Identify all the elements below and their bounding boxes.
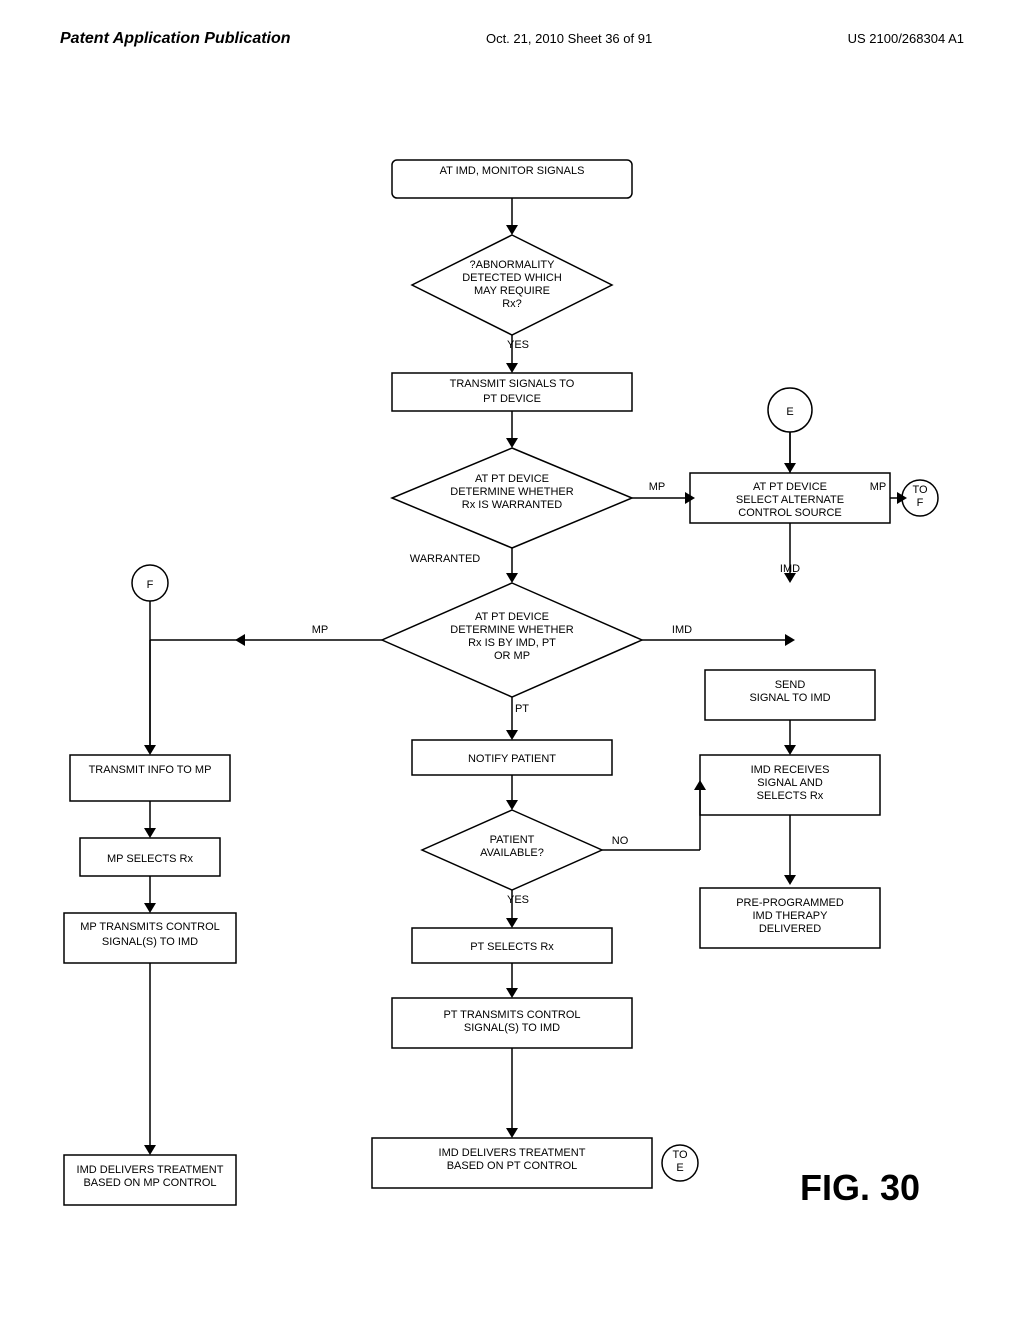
- header-title: Patent Application Publication: [60, 30, 291, 48]
- svg-text:NO: NO: [612, 835, 629, 847]
- svg-text:TO: TO: [672, 1149, 688, 1161]
- svg-text:SIGNAL AND: SIGNAL AND: [757, 777, 823, 789]
- page: Patent Application Publication Oct. 21, …: [0, 0, 1024, 1320]
- svg-text:PT SELECTS Rx: PT SELECTS Rx: [470, 941, 554, 953]
- svg-text:PT: PT: [515, 703, 529, 715]
- svg-text:SIGNAL TO IMD: SIGNAL TO IMD: [749, 692, 830, 704]
- svg-text:YES: YES: [507, 894, 529, 906]
- svg-text:MP TRANSMITS CONTROL: MP TRANSMITS CONTROL: [80, 921, 220, 933]
- header: Patent Application Publication Oct. 21, …: [0, 0, 1024, 58]
- svg-text:SIGNAL(S) TO IMD: SIGNAL(S) TO IMD: [464, 1022, 560, 1034]
- svg-text:YES: YES: [507, 339, 529, 351]
- svg-text:IMD THERAPY: IMD THERAPY: [753, 910, 829, 922]
- svg-text:IMD DELIVERS TREATMENT: IMD DELIVERS TREATMENT: [77, 1164, 224, 1176]
- svg-text:MP: MP: [649, 481, 666, 493]
- svg-text:E: E: [786, 406, 793, 418]
- svg-text:BASED ON MP CONTROL: BASED ON MP CONTROL: [83, 1177, 216, 1189]
- header-patent: US 2100/268304 A1: [848, 31, 964, 46]
- svg-text:AT PT DEVICE: AT PT DEVICE: [475, 473, 549, 485]
- svg-text:IMD RECEIVES: IMD RECEIVES: [751, 764, 830, 776]
- svg-text:?ABNORMALITY: ?ABNORMALITY: [470, 259, 556, 271]
- header-date: Oct. 21, 2010 Sheet 36 of 91: [486, 31, 652, 46]
- svg-text:MP SELECTS Rx: MP SELECTS Rx: [107, 853, 193, 865]
- svg-text:OR MP: OR MP: [494, 650, 530, 662]
- svg-text:SELECTS Rx: SELECTS Rx: [757, 790, 824, 802]
- svg-text:TRANSMIT SIGNALS TO: TRANSMIT SIGNALS TO: [450, 378, 575, 390]
- svg-text:TO: TO: [912, 484, 928, 496]
- flowchart: AT IMD, MONITOR SIGNALS ?ABNORMALITY DET…: [50, 130, 974, 1290]
- svg-text:PT TRANSMITS CONTROL: PT TRANSMITS CONTROL: [443, 1009, 580, 1021]
- svg-text:DELIVERED: DELIVERED: [759, 923, 821, 935]
- svg-text:BASED ON PT CONTROL: BASED ON PT CONTROL: [447, 1160, 578, 1172]
- svg-text:CONTROL SOURCE: CONTROL SOURCE: [738, 507, 842, 519]
- svg-text:WARRANTED: WARRANTED: [410, 553, 481, 565]
- svg-text:IMD DELIVERS TREATMENT: IMD DELIVERS TREATMENT: [439, 1147, 586, 1159]
- svg-text:Rx?: Rx?: [502, 298, 522, 310]
- svg-text:DETERMINE WHETHER: DETERMINE WHETHER: [450, 624, 574, 636]
- svg-text:MP: MP: [312, 624, 329, 636]
- svg-text:PATIENT: PATIENT: [490, 834, 535, 846]
- svg-text:E: E: [676, 1162, 683, 1174]
- svg-text:IMD: IMD: [672, 624, 692, 636]
- svg-text:FIG. 30: FIG. 30: [800, 1167, 920, 1208]
- svg-text:DETECTED WHICH: DETECTED WHICH: [462, 272, 562, 284]
- svg-text:TRANSMIT INFO TO MP: TRANSMIT INFO TO MP: [89, 764, 212, 776]
- svg-text:Rx IS WARRANTED: Rx IS WARRANTED: [462, 499, 562, 511]
- svg-text:AT IMD, MONITOR SIGNALS: AT IMD, MONITOR SIGNALS: [440, 165, 585, 177]
- svg-text:SIGNAL(S) TO IMD: SIGNAL(S) TO IMD: [102, 936, 198, 948]
- svg-text:AT PT DEVICE: AT PT DEVICE: [753, 481, 827, 493]
- svg-text:DETERMINE WHETHER: DETERMINE WHETHER: [450, 486, 574, 498]
- svg-text:IMD: IMD: [780, 563, 800, 575]
- svg-text:F: F: [917, 497, 924, 509]
- svg-text:MAY REQUIRE: MAY REQUIRE: [474, 285, 550, 297]
- svg-text:NOTIFY PATIENT: NOTIFY PATIENT: [468, 753, 556, 765]
- svg-text:Rx IS BY IMD, PT: Rx IS BY IMD, PT: [468, 637, 556, 649]
- svg-text:PT DEVICE: PT DEVICE: [483, 393, 541, 405]
- svg-text:F: F: [147, 579, 154, 591]
- svg-text:AT PT DEVICE: AT PT DEVICE: [475, 611, 549, 623]
- svg-text:MP: MP: [870, 481, 887, 493]
- svg-text:PRE-PROGRAMMED: PRE-PROGRAMMED: [736, 897, 844, 909]
- svg-text:SEND: SEND: [775, 679, 806, 691]
- svg-text:SELECT ALTERNATE: SELECT ALTERNATE: [736, 494, 844, 506]
- svg-text:AVAILABLE?: AVAILABLE?: [480, 847, 544, 859]
